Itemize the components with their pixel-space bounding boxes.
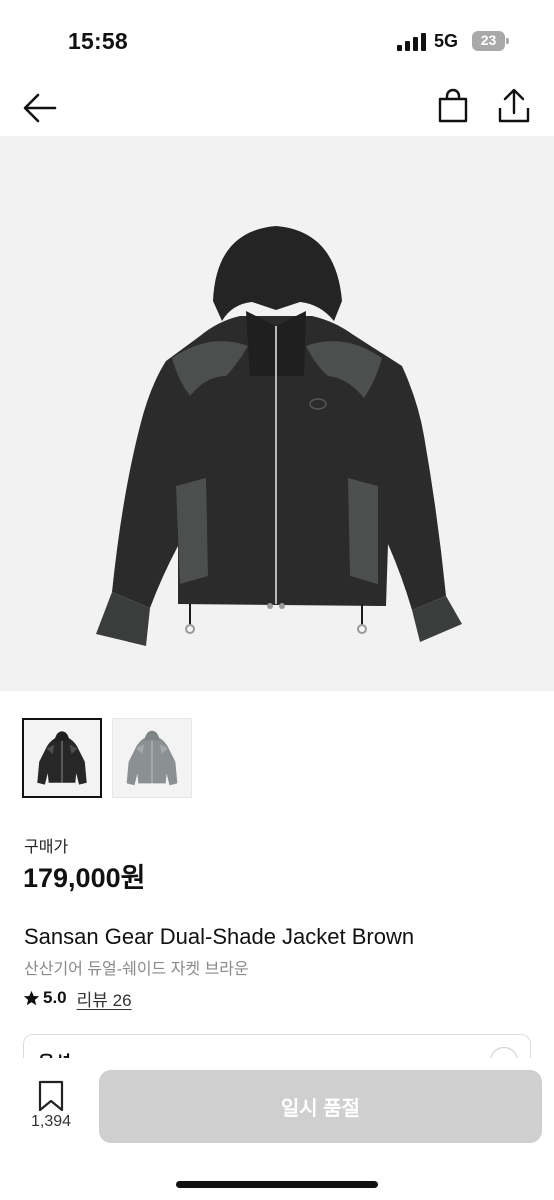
- rating-row: 5.0 리뷰 26: [23, 986, 132, 1011]
- status-time: 15:58: [68, 28, 128, 54]
- bookmark-count: 1,394: [30, 1113, 72, 1130]
- star-icon: [23, 990, 40, 1005]
- signal-icon: [397, 33, 426, 51]
- price-label: 구매가: [24, 839, 69, 856]
- thumbnail-black-jacket[interactable]: [22, 718, 102, 798]
- bookmark-icon[interactable]: [38, 1080, 64, 1112]
- price-value: 179,000원: [23, 863, 146, 893]
- home-indicator: [176, 1181, 378, 1188]
- shopping-bag-icon[interactable]: [436, 88, 470, 124]
- battery-icon: 23: [472, 31, 510, 51]
- rating-value: 5.0: [43, 988, 67, 1007]
- share-icon[interactable]: [496, 87, 532, 125]
- thumbnail-grey-jacket[interactable]: [112, 718, 192, 798]
- nav-bar: [0, 80, 554, 136]
- review-link[interactable]: 리뷰 26: [77, 986, 132, 1011]
- bottom-action-bar: 1,394 일시 품절: [0, 1058, 554, 1200]
- product-image[interactable]: [0, 136, 554, 691]
- jacket-illustration: [96, 226, 462, 646]
- battery-level: 23: [480, 32, 497, 48]
- product-title: Sansan Gear Dual-Shade Jacket Brown: [24, 924, 415, 949]
- back-arrow-icon[interactable]: [22, 90, 58, 126]
- soldout-button[interactable]: 일시 품절: [99, 1070, 542, 1143]
- network-label: 5G: [434, 31, 459, 51]
- product-subtitle: 산산기어 듀얼-쉐이드 자켓 브라운: [24, 961, 249, 978]
- status-bar: 15:58 5G 23: [0, 0, 554, 80]
